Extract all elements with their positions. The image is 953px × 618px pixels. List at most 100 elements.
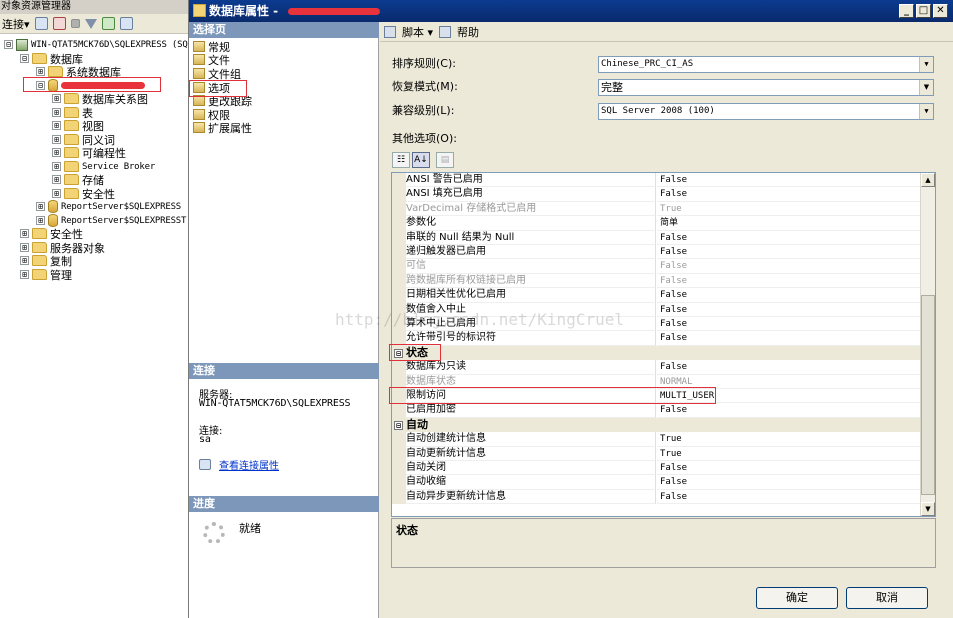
collation-select[interactable]: Chinese_PRC_CI_AS ▼ xyxy=(598,56,934,73)
filter-icon[interactable] xyxy=(84,18,97,29)
tree-node-programmability[interactable]: ⊞ 可编程性 xyxy=(52,146,126,160)
property-value[interactable]: False xyxy=(657,331,922,346)
disconnect-icon[interactable] xyxy=(52,17,66,30)
property-value[interactable]: False xyxy=(657,360,922,375)
property-row[interactable]: 算术中止已启用 False xyxy=(392,317,922,332)
collapse-icon[interactable]: ⊟ xyxy=(20,54,29,63)
page-files[interactable]: 文件 xyxy=(193,53,230,67)
property-value[interactable]: 简单 xyxy=(657,216,922,231)
expand-icon[interactable]: ⊞ xyxy=(52,189,61,198)
expand-icon[interactable]: ⊞ xyxy=(20,256,29,265)
expand-icon[interactable]: ⊞ xyxy=(52,108,61,117)
page-filegroups[interactable]: 文件组 xyxy=(193,67,241,81)
property-value[interactable]: False xyxy=(657,461,922,476)
connect-button[interactable]: 连接▾ xyxy=(2,16,30,32)
tree-node-diagrams[interactable]: ⊞ 数据库关系图 xyxy=(52,92,148,106)
expand-icon[interactable]: ⊞ xyxy=(20,270,29,279)
expand-icon[interactable]: ⊞ xyxy=(36,67,45,76)
tree-node-reportserver[interactable]: ⊞ ReportServer$SQLEXPRESS xyxy=(36,200,181,213)
property-value[interactable]: False xyxy=(657,259,922,274)
script-button[interactable]: 脚本 ▾ xyxy=(402,24,433,40)
property-row[interactable]: 自动创建统计信息 True xyxy=(392,432,922,447)
tree-node-storage[interactable]: ⊞ 存储 xyxy=(52,173,104,187)
property-row[interactable]: 递归触发器已启用 False xyxy=(392,245,922,260)
property-row[interactable]: ANSI 填充已启用 False xyxy=(392,187,922,202)
chevron-down-icon[interactable]: ▼ xyxy=(919,80,933,95)
dialog-title-bar[interactable]: 数据库属性 - _ □ ✕ xyxy=(189,0,953,22)
chevron-down-icon[interactable]: ▼ xyxy=(919,57,933,72)
compat-level-select[interactable]: SQL Server 2008 (100) ▼ xyxy=(598,103,934,120)
property-row[interactable]: 日期相关性优化已启用 False xyxy=(392,288,922,303)
scroll-down-icon[interactable]: ▼ xyxy=(921,502,935,516)
view-connection-link[interactable]: 查看连接属性 xyxy=(219,457,279,472)
property-category[interactable]: ⊟ 状态 xyxy=(392,345,922,361)
property-row[interactable]: 可信 False xyxy=(392,259,922,274)
property-row[interactable]: 数值舍入中止 False xyxy=(392,302,922,317)
expand-icon[interactable]: ⊞ xyxy=(52,175,61,184)
tree-node-replication[interactable]: ⊞ 复制 xyxy=(20,254,72,268)
property-row[interactable]: ANSI 警告已启用 False xyxy=(392,173,922,188)
scroll-up-icon[interactable]: ▲ xyxy=(921,173,935,187)
property-value[interactable]: False xyxy=(657,245,922,260)
expand-icon[interactable]: ⊞ xyxy=(36,216,45,225)
property-category[interactable]: ⊟ 自动 xyxy=(392,417,922,433)
tree-node-db-security[interactable]: ⊞ 安全性 xyxy=(52,187,115,201)
property-pages-icon[interactable]: ▤ xyxy=(436,152,454,168)
cancel-button[interactable]: 取消 xyxy=(846,587,928,609)
connect-object-icon[interactable] xyxy=(34,17,48,30)
view-connection-properties[interactable]: 查看连接属性 xyxy=(199,457,279,472)
tree-node-views[interactable]: ⊞ 视图 xyxy=(52,119,104,133)
page-extended-properties[interactable]: 扩展属性 xyxy=(193,121,252,135)
minimize-button[interactable]: _ xyxy=(899,4,914,18)
property-value[interactable]: True xyxy=(657,202,922,217)
collapse-icon[interactable]: ⊟ xyxy=(394,420,403,430)
property-row[interactable]: 自动异步更新统计信息 False xyxy=(392,489,922,505)
property-row[interactable]: 串联的 Null 结果为 Null False xyxy=(392,230,922,245)
property-grid-scrollbar[interactable]: ▲ ▼ xyxy=(920,173,935,516)
expand-icon[interactable]: ⊞ xyxy=(52,121,61,130)
expand-icon[interactable]: ⊞ xyxy=(52,94,61,103)
refresh-icon[interactable] xyxy=(101,17,115,30)
property-value[interactable]: False xyxy=(657,490,922,505)
expand-icon[interactable]: ⊞ xyxy=(52,162,61,171)
expand-icon[interactable]: ⊞ xyxy=(20,229,29,238)
property-row[interactable]: 自动关闭 False xyxy=(392,461,922,476)
property-row[interactable]: 跨数据库所有权链接已启用 False xyxy=(392,273,922,289)
property-row[interactable]: 自动收缩 False xyxy=(392,475,922,490)
property-value[interactable]: False xyxy=(657,403,922,418)
property-row[interactable]: 数据库为只读 False xyxy=(392,360,922,375)
property-row[interactable]: VarDecimal 存储格式已启用 True xyxy=(392,201,922,217)
property-row[interactable]: 允许带引号的标识符 False xyxy=(392,331,922,346)
help-button[interactable]: 帮助 xyxy=(457,24,479,40)
alphabetical-sort-icon[interactable]: A↓ xyxy=(412,152,430,168)
close-button[interactable]: ✕ xyxy=(933,4,948,18)
expand-icon[interactable]: ⊞ xyxy=(20,243,29,252)
stop-icon[interactable] xyxy=(70,19,80,28)
scroll-thumb[interactable] xyxy=(921,295,935,495)
property-value[interactable]: False xyxy=(657,303,922,317)
property-value[interactable]: True xyxy=(657,447,922,461)
tree-node-management[interactable]: ⊞ 管理 xyxy=(20,268,72,282)
property-value[interactable]: False xyxy=(657,173,922,188)
recovery-model-select[interactable]: 完整 ▼ xyxy=(598,79,934,96)
property-row[interactable]: 参数化 简单 xyxy=(392,216,922,231)
property-row[interactable]: 自动更新统计信息 True xyxy=(392,446,922,461)
property-value[interactable]: False xyxy=(657,317,922,332)
expand-icon[interactable]: ⊞ xyxy=(36,202,45,211)
tree-node-server[interactable]: ⊟ WIN-QTAT5MCK76D\SQLEXPRESS (SQ xyxy=(4,38,188,51)
expand-icon[interactable]: ⊞ xyxy=(52,148,61,157)
ok-button[interactable]: 确定 xyxy=(756,587,838,609)
maximize-button[interactable]: □ xyxy=(916,4,931,18)
property-value[interactable]: False xyxy=(657,288,922,303)
tree-node-security[interactable]: ⊞ 安全性 xyxy=(20,227,83,241)
property-row[interactable]: 已启用加密 False xyxy=(392,403,922,418)
property-value[interactable]: False xyxy=(657,274,922,289)
property-value[interactable]: False xyxy=(657,475,922,490)
expand-icon[interactable]: ⊞ xyxy=(52,135,61,144)
chevron-down-icon[interactable]: ▼ xyxy=(919,104,933,119)
property-value[interactable]: False xyxy=(657,231,922,245)
summary-icon[interactable] xyxy=(119,17,133,30)
property-value[interactable]: True xyxy=(657,432,922,447)
collapse-icon[interactable]: ⊟ xyxy=(4,40,13,49)
property-value[interactable]: False xyxy=(657,187,922,202)
